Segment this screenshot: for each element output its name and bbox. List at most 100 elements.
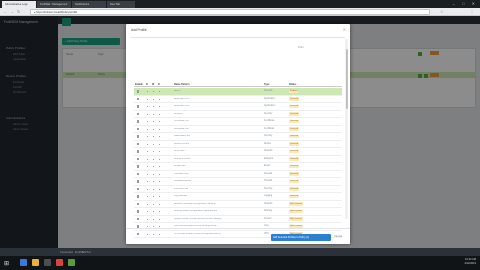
permission-dot[interactable] [146, 136, 148, 138]
permission-dot[interactable] [158, 181, 160, 183]
permission-dot[interactable] [146, 143, 148, 145]
permission-dot[interactable] [146, 218, 148, 220]
row-checkbox[interactable] [137, 210, 140, 213]
permission-dot[interactable] [146, 173, 148, 175]
permission-dot[interactable] [146, 166, 148, 168]
table-row[interactable]: Certificate-Ctrl Certificate Licensed [134, 126, 342, 133]
table-row[interactable]: Email-Filter Email Licensed [134, 163, 342, 171]
permission-dot[interactable] [158, 166, 160, 168]
row-checkbox[interactable] [137, 142, 140, 146]
permission-dot[interactable] [152, 158, 154, 160]
window-controls[interactable]: – □ ✕ [453, 1, 478, 6]
permission-dot[interactable] [146, 121, 148, 123]
permission-dot[interactable] [158, 196, 160, 198]
file-explorer-icon[interactable] [20, 259, 27, 266]
browser-tab[interactable]: New Tab [107, 1, 135, 8]
permission-dot[interactable] [146, 211, 148, 213]
table-row[interactable]: DNS-Filter Network Licensed [134, 148, 342, 156]
permission-dot[interactable] [158, 98, 160, 100]
table-row[interactable]: Endpoint-Control Endpoint Licensed [134, 156, 342, 163]
forward-icon[interactable]: → [10, 9, 14, 14]
permission-dot[interactable] [158, 136, 160, 138]
permission-dot[interactable] [152, 188, 154, 190]
permission-dot[interactable] [152, 91, 154, 93]
star-icon[interactable]: ☆ [440, 9, 444, 14]
permission-dot[interactable] [152, 218, 154, 220]
permission-dot[interactable] [146, 151, 148, 153]
add-selected-button[interactable]: Add Selected Profiles to Policy (1) [271, 233, 331, 241]
row-checkbox[interactable] [137, 135, 140, 138]
permission-dot[interactable] [152, 136, 154, 138]
permission-dot[interactable] [152, 203, 154, 205]
row-checkbox[interactable] [137, 217, 140, 221]
permission-dot[interactable] [152, 106, 154, 108]
permission-dot[interactable] [152, 128, 154, 130]
browser-tab[interactable]: FortiMail - Management [37, 1, 71, 8]
permission-dot[interactable] [152, 211, 154, 213]
url-input[interactable]: 🔒︎ https://fortisiem.local/#/policy/prof… [30, 9, 430, 15]
permission-dot[interactable] [152, 151, 154, 153]
browser-icon[interactable] [56, 259, 63, 266]
permission-dot[interactable] [158, 203, 160, 205]
permission-dot[interactable] [152, 173, 154, 175]
permission-dot[interactable] [152, 121, 154, 123]
row-checkbox[interactable] [137, 112, 140, 116]
permission-dot[interactable] [158, 143, 160, 145]
permission-dot[interactable] [158, 218, 160, 220]
table-row[interactable]: System-Admin-Profile-Access-Control-Sett… [134, 216, 342, 223]
table-row[interactable]: Firewall-Address Firewall Licensed [134, 178, 342, 186]
permission-dot[interactable] [158, 121, 160, 123]
table-row[interactable]: Certificate-Ctrl Certificate Licensed [134, 118, 342, 126]
permission-dot[interactable] [158, 158, 160, 160]
close-icon[interactable]: ✕ [343, 27, 346, 32]
row-checkbox[interactable] [137, 150, 140, 153]
row-checkbox[interactable] [137, 165, 140, 168]
permission-dot[interactable] [146, 98, 148, 100]
permission-dot[interactable] [152, 98, 154, 100]
permission-dot[interactable] [152, 181, 154, 183]
row-checkbox[interactable] [137, 127, 140, 131]
table-row[interactable]: Antivirus Security Licensed [134, 111, 342, 118]
permission-dot[interactable] [146, 113, 148, 115]
table-row[interactable]: Admin Network Enabled [134, 88, 342, 96]
row-checkbox[interactable] [137, 180, 140, 183]
system-tray[interactable]: 10:42 AM 4/12/2019 [464, 258, 476, 265]
permission-dot[interactable] [158, 211, 160, 213]
back-icon[interactable]: ← [3, 9, 7, 14]
row-checkbox[interactable] [137, 202, 140, 206]
menu-icon[interactable]: ⋮ [470, 9, 474, 14]
row-checkbox[interactable] [137, 172, 140, 176]
cancel-button[interactable]: Cancel [334, 235, 342, 238]
start-icon[interactable]: ⊞ [4, 260, 9, 267]
permission-dot[interactable] [146, 91, 148, 93]
table-row[interactable]: Routing-Static-Configuration-Table-Entri… [134, 208, 342, 216]
permission-dot[interactable] [152, 113, 154, 115]
permission-dot[interactable] [146, 188, 148, 190]
browser-tab-active[interactable]: Administrative Logs [2, 1, 36, 8]
permission-dot[interactable] [158, 128, 160, 130]
permission-dot[interactable] [152, 166, 154, 168]
row-checkbox[interactable] [137, 105, 140, 108]
permission-dot[interactable] [146, 128, 148, 130]
permission-dot[interactable] [146, 106, 148, 108]
row-checkbox[interactable] [137, 195, 140, 198]
permission-dot[interactable] [146, 196, 148, 198]
permission-dot[interactable] [152, 196, 154, 198]
row-checkbox[interactable] [137, 97, 140, 101]
filter-label[interactable]: Filter [298, 46, 304, 49]
table-row[interactable]: Firewall-Policy Firewall Licensed [134, 171, 342, 178]
permission-dot[interactable] [158, 113, 160, 115]
permission-dot[interactable] [146, 158, 148, 160]
table-row[interactable]: Data-Leak-Prev Security Licensed [134, 133, 342, 141]
row-checkbox[interactable] [137, 90, 140, 93]
table-row[interactable]: Application-Ctrl Application Licensed [134, 96, 342, 103]
permission-dot[interactable] [158, 151, 160, 153]
permission-dot[interactable] [146, 203, 148, 205]
permission-dot[interactable] [146, 181, 148, 183]
dialog-scrollbar[interactable] [345, 39, 348, 219]
row-checkbox[interactable] [137, 187, 140, 191]
permission-dot[interactable] [158, 91, 160, 93]
row-checkbox[interactable] [137, 120, 140, 123]
table-row[interactable]: Log-Settings Logging Licensed [134, 193, 342, 201]
app-icon[interactable] [68, 259, 75, 266]
